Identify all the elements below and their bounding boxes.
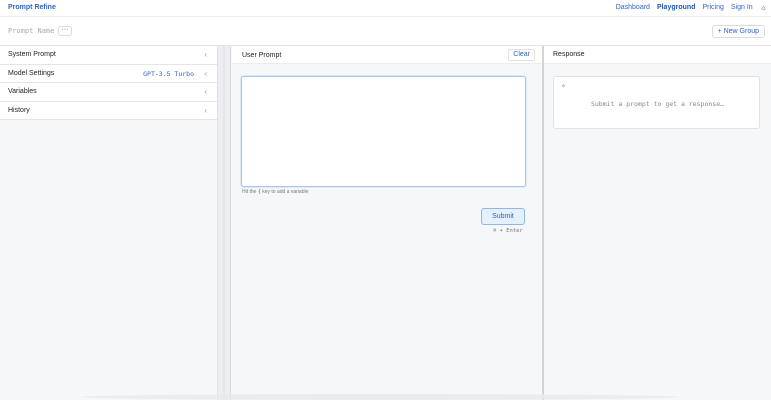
chevron-left-icon: ‹ bbox=[204, 87, 207, 96]
nav-playground[interactable]: Playground bbox=[657, 4, 696, 11]
hint-key: { bbox=[257, 189, 261, 195]
sidebar-item-history[interactable]: History ‹ bbox=[0, 101, 217, 120]
nav-dashboard[interactable]: Dashboard bbox=[616, 4, 650, 11]
sparkle-icon: ✧ bbox=[561, 84, 567, 90]
prompt-name-input[interactable]: Prompt Name bbox=[8, 27, 54, 35]
nav-links: Dashboard Playground Pricing Sign In ☼ bbox=[616, 3, 767, 12]
response-panel: Response ✧ Submit a prompt to get a resp… bbox=[544, 46, 771, 400]
panel-title: User Prompt bbox=[242, 52, 282, 59]
user-prompt-panel: User Prompt Clear Hit the { key to add a… bbox=[232, 46, 542, 400]
nav-pricing[interactable]: Pricing bbox=[702, 4, 723, 11]
hint-text: Hit the bbox=[242, 189, 257, 195]
chevron-left-icon: ‹ bbox=[204, 105, 207, 115]
sidebar-item-system-prompt[interactable]: System Prompt ‹ bbox=[0, 46, 217, 65]
clear-button[interactable]: Clear bbox=[508, 49, 535, 61]
submit-button[interactable]: Submit bbox=[481, 208, 525, 225]
top-navbar: Prompt Refine Dashboard Playground Prici… bbox=[0, 0, 771, 17]
user-prompt-header: User Prompt Clear bbox=[232, 46, 542, 64]
sidebar-item-variables[interactable]: Variables ‹ bbox=[0, 83, 217, 102]
response-placeholder: Submit a prompt to get a response… bbox=[590, 100, 725, 108]
sidebar-item-label: Variables bbox=[8, 88, 37, 96]
prompt-toolbar: Prompt Name ··· + New Group bbox=[0, 17, 771, 46]
sidebar-item-label: Model Settings bbox=[8, 69, 55, 77]
bottom-shadow bbox=[80, 394, 680, 400]
user-prompt-textarea[interactable] bbox=[241, 76, 526, 187]
sidebar-item-label: History bbox=[8, 106, 30, 114]
resize-grip bbox=[223, 46, 225, 400]
chevron-left-icon: ‹ bbox=[204, 50, 207, 59]
sun-icon[interactable]: ☼ bbox=[760, 3, 767, 12]
new-group-button[interactable]: + New Group bbox=[711, 25, 765, 38]
submit-shortcut: ⌘ + Enter bbox=[493, 228, 523, 234]
variable-hint: Hit the { key to add a variable bbox=[242, 189, 308, 195]
response-header: Response bbox=[544, 46, 771, 64]
sidebar-item-label: System Prompt bbox=[8, 51, 56, 59]
app-logo[interactable]: Prompt Refine bbox=[8, 4, 56, 11]
hint-text: key to add a variable bbox=[262, 189, 309, 195]
chevron-left-icon: ‹ bbox=[204, 68, 207, 78]
sidebar-item-model-settings[interactable]: Model Settings GPT-3.5 Turbo ‹ bbox=[0, 64, 217, 83]
panel-title: Response bbox=[553, 51, 585, 58]
response-card: ✧ Submit a prompt to get a response… bbox=[553, 76, 760, 129]
settings-sidebar: System Prompt ‹ Model Settings GPT-3.5 T… bbox=[0, 46, 217, 400]
panel-resize-handle[interactable] bbox=[217, 46, 231, 400]
model-value: GPT-3.5 Turbo bbox=[143, 69, 194, 78]
nav-sign-in[interactable]: Sign In bbox=[731, 4, 753, 11]
more-options-button[interactable]: ··· bbox=[58, 26, 72, 36]
